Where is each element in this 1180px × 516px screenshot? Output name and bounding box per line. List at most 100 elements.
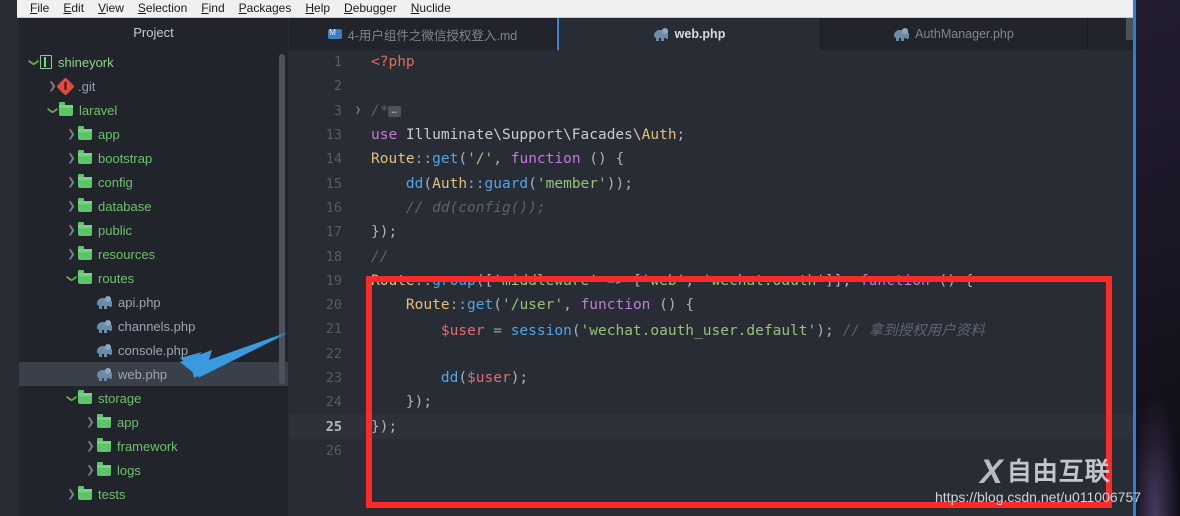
line-number: 25	[325, 418, 342, 435]
chevron-right-icon[interactable]: ❯	[65, 249, 78, 260]
menu-item-selection[interactable]: Selection	[131, 0, 194, 17]
code-line[interactable]: 14 Route::get('/', function () {	[289, 147, 1133, 171]
tree-item-console-php[interactable]: console.php	[19, 338, 288, 362]
tree-item-config[interactable]: ❯ config	[19, 170, 288, 194]
tree-item-routes[interactable]: ❯ routes	[19, 266, 288, 290]
code-line[interactable]: 23 dd($user);	[289, 366, 1133, 390]
line-number: 26	[325, 442, 342, 459]
menu-item-view[interactable]: View	[91, 0, 131, 17]
folder-icon	[59, 101, 73, 116]
markdown-icon	[327, 27, 342, 39]
chevron-right-icon[interactable]: ❯	[65, 225, 78, 236]
tree-item-public[interactable]: ❯ public	[19, 218, 288, 242]
code-line[interactable]: 20 Route::get('/user', function () {	[289, 293, 1133, 317]
tab-authmanager-php[interactable]: AuthManager.php	[821, 18, 1088, 50]
code-editor[interactable]: 1 <?php 2 3 ❯/*… 13 use Illuminate\Support\Fac…	[289, 50, 1133, 516]
code-line[interactable]: 15 dd(Auth::guard('member'));	[289, 171, 1133, 195]
chevron-right-icon[interactable]: ❯	[84, 465, 97, 476]
php-elephant-icon	[97, 320, 112, 333]
tree-item-bootstrap[interactable]: ❯ bootstrap	[19, 146, 288, 170]
code-text: Route::group(['middleware' => ['web', 'w…	[371, 272, 974, 289]
line-number: 20	[325, 297, 342, 314]
chevron-down-icon[interactable]: ❯	[66, 272, 77, 285]
tree-item-shineyork[interactable]: ❯ shineyork	[19, 50, 288, 74]
code-text: //	[371, 248, 389, 265]
line-number: 16	[325, 199, 342, 216]
folder-icon	[78, 245, 92, 260]
tree-item-framework[interactable]: ❯ framework	[19, 434, 288, 458]
code-line[interactable]: 17});	[289, 220, 1133, 244]
menu-bar: File Edit View Selection Find Packages Help Deb…	[17, 0, 1133, 18]
code-line[interactable]: 26	[289, 439, 1133, 463]
tree-item-storage[interactable]: ❯ storage	[19, 386, 288, 410]
fold-chevron-icon[interactable]: ❯	[351, 105, 365, 116]
code-line[interactable]: 13 use Illuminate\Support\Facades\Auth;	[289, 123, 1133, 147]
chevron-right-icon[interactable]: ❯	[84, 441, 97, 452]
chevron-right-icon[interactable]: ❯	[84, 417, 97, 428]
tab-label: 4-用户组件之微信授权登入.md	[347, 28, 518, 43]
code-line[interactable]: 1 <?php	[289, 50, 1133, 74]
menu-item-file[interactable]: File	[23, 0, 56, 17]
tree-item--git[interactable]: ❯ .git	[19, 74, 288, 98]
code-line[interactable]: 25});	[289, 414, 1133, 439]
code-text: use Illuminate\Support\Facades\Auth;	[371, 127, 686, 144]
project-tree[interactable]: ❯ shineyork ❯ .git ❯ laravel ❯ app ❯ bootstrap ❯ co…	[19, 48, 288, 506]
code-line[interactable]: 3 ❯/*…	[289, 99, 1133, 123]
menu-item-edit[interactable]: Edit	[56, 0, 91, 17]
code-text: $user = session('wechat.oauth_user.defau…	[440, 322, 985, 339]
line-number: 17	[325, 224, 342, 241]
tree-item-tests[interactable]: ❯ tests	[19, 482, 288, 506]
chevron-right-icon[interactable]: ❯	[65, 177, 78, 188]
line-number: 1	[333, 54, 342, 71]
code-line[interactable]: 16 // dd(config());	[289, 196, 1133, 220]
atom-editor-window: File Edit View Selection Find Packages Help Deb…	[0, 0, 1136, 516]
tab-web-php[interactable]: web.php	[557, 18, 821, 50]
menu-item-help[interactable]: Help	[298, 0, 337, 17]
line-number: 2	[333, 78, 342, 95]
line-number: 22	[325, 345, 342, 362]
menu-item-debugger[interactable]: Debugger	[337, 0, 404, 17]
code-line[interactable]: 19 Route::group(['middleware' => ['web', …	[289, 269, 1133, 293]
menu-item-nuclide[interactable]: Nuclide	[404, 0, 458, 17]
tree-item-label: web.php	[118, 366, 168, 382]
tree-item-label: bootstrap	[98, 150, 153, 166]
tree-item-api-php[interactable]: api.php	[19, 290, 288, 314]
chevron-right-icon[interactable]: ❯	[65, 153, 78, 164]
tree-item-app[interactable]: ❯ app	[19, 122, 288, 146]
line-number: 15	[325, 175, 342, 192]
tree-item-label: config	[98, 174, 133, 190]
code-line[interactable]: 2	[289, 74, 1133, 98]
editor-tab-bar[interactable]: 4-用户组件之微信授权登入.md web.php AuthManager.php	[289, 18, 1133, 50]
tree-item-label: routes	[98, 270, 135, 286]
folder-icon	[78, 221, 92, 236]
menu-item-packages[interactable]: Packages	[232, 0, 299, 17]
tree-item-laravel[interactable]: ❯ laravel	[19, 98, 288, 122]
code-text: dd(Auth::guard('member'));	[405, 175, 633, 192]
php-elephant-icon	[97, 368, 112, 381]
chevron-right-icon[interactable]: ❯	[65, 489, 78, 500]
tree-item-label: channels.php	[118, 318, 196, 334]
tab-bar-scrollbar[interactable]	[1126, 18, 1133, 40]
folder-icon	[78, 149, 92, 164]
chevron-down-icon[interactable]: ❯	[66, 392, 77, 405]
tree-item-channels-php[interactable]: channels.php	[19, 314, 288, 338]
tree-item-database[interactable]: ❯ database	[19, 194, 288, 218]
tab-markdown-doc[interactable]: 4-用户组件之微信授权登入.md	[289, 18, 557, 50]
tree-item-logs[interactable]: ❯ logs	[19, 458, 288, 482]
code-text: });	[371, 224, 398, 241]
code-line[interactable]: 21 $user = session('wechat.oauth_user.de…	[289, 317, 1133, 341]
tree-item-app[interactable]: ❯ app	[19, 410, 288, 434]
code-line[interactable]: 18 //	[289, 244, 1133, 268]
code-line[interactable]: 22	[289, 342, 1133, 366]
chevron-right-icon[interactable]: ❯	[65, 129, 78, 140]
chevron-down-icon[interactable]: ❯	[47, 104, 58, 117]
tree-item-label: shineyork	[58, 54, 114, 70]
chevron-down-icon[interactable]: ❯	[28, 56, 39, 69]
chevron-right-icon[interactable]: ❯	[65, 201, 78, 212]
tree-item-resources[interactable]: ❯ resources	[19, 242, 288, 266]
code-line[interactable]: 24 });	[289, 390, 1133, 414]
sidebar-scrollbar[interactable]	[279, 54, 285, 384]
tree-item-label: database	[98, 198, 152, 214]
tree-item-web-php[interactable]: web.php	[19, 362, 288, 386]
menu-item-find[interactable]: Find	[194, 0, 231, 17]
